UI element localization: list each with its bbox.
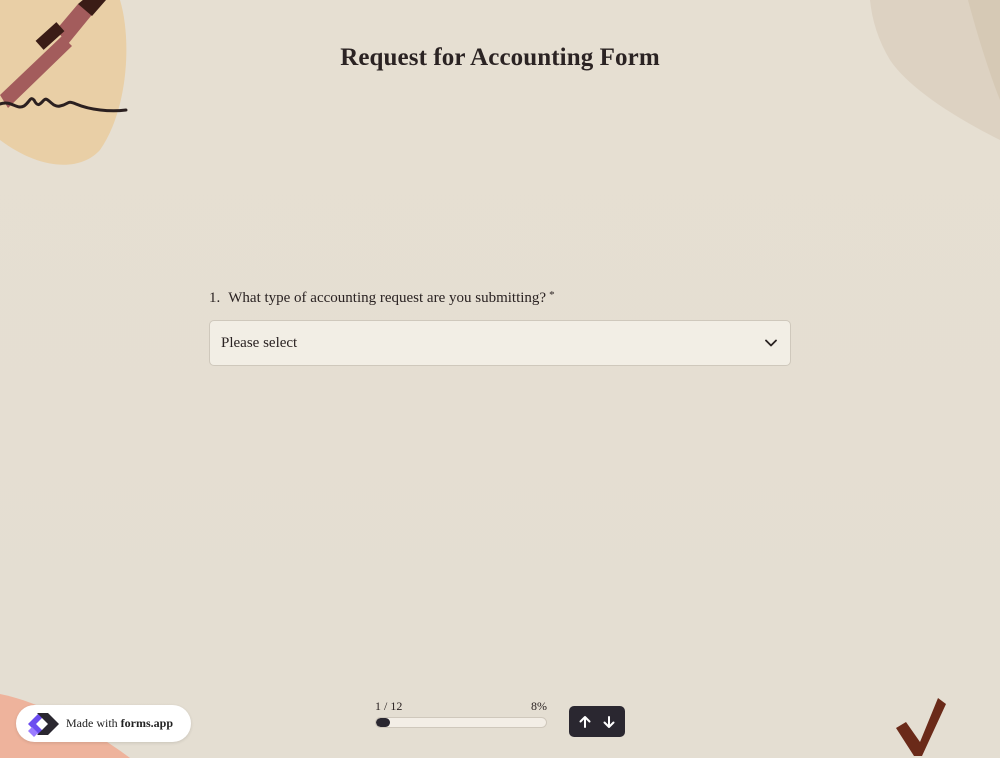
progress-position: 1 / 12 bbox=[375, 699, 403, 713]
forms-app-logo bbox=[28, 712, 59, 737]
form-page: Request for Accounting Form 1. What type… bbox=[0, 0, 1000, 758]
required-marker: * bbox=[549, 289, 555, 301]
question-number: 1. bbox=[209, 290, 221, 306]
badge-prefix: Made with bbox=[66, 716, 118, 730]
made-with-badge[interactable]: Made with forms.app bbox=[16, 705, 191, 742]
checkmark-icon bbox=[896, 698, 946, 756]
progress-bar bbox=[375, 717, 547, 728]
chevron-down-icon[interactable] bbox=[764, 336, 778, 350]
question-label: 1. What type of accounting request are y… bbox=[209, 289, 791, 308]
progress-labels: 1 / 12 8% bbox=[375, 699, 547, 714]
pen-icon bbox=[0, 0, 128, 165]
progress: 1 / 12 8% bbox=[375, 699, 547, 728]
request-type-select[interactable]: Please select bbox=[209, 320, 791, 366]
question-navigation bbox=[569, 706, 625, 737]
question-block: 1. What type of accounting request are y… bbox=[209, 289, 791, 366]
arrow-down-icon[interactable] bbox=[598, 711, 620, 733]
badge-text: Made with forms.app bbox=[66, 716, 173, 731]
progress-bar-fill bbox=[376, 718, 390, 727]
question-text: What type of accounting request are you … bbox=[228, 290, 547, 306]
select-value: Please select bbox=[221, 334, 298, 351]
progress-percent: 8% bbox=[531, 699, 547, 713]
page-title: Request for Accounting Form bbox=[340, 44, 660, 71]
badge-brand: forms.app bbox=[120, 716, 173, 730]
arrow-up-icon[interactable] bbox=[574, 711, 596, 733]
